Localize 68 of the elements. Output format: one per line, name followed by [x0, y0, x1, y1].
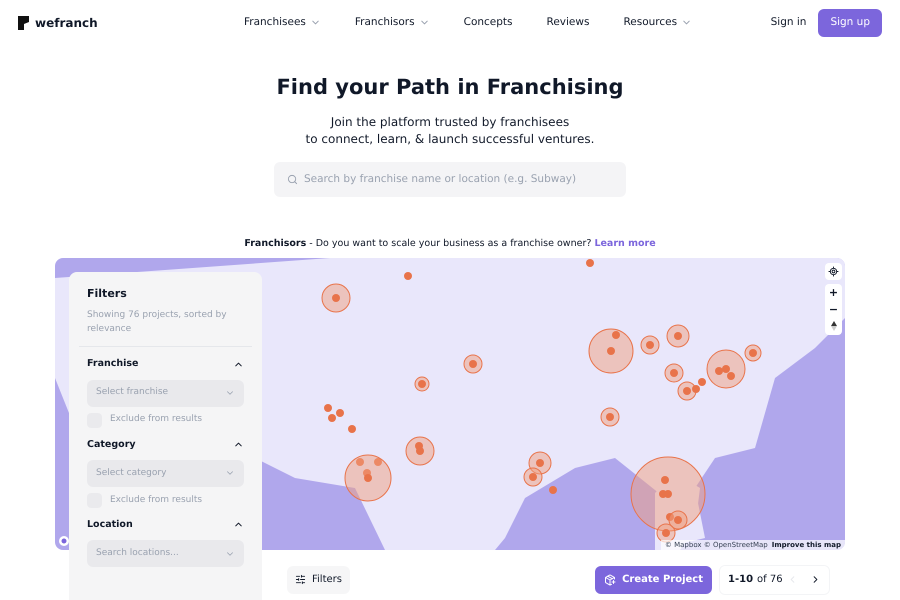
sliders-icon	[295, 574, 306, 586]
map-marker[interactable]	[659, 490, 667, 498]
map-marker[interactable]	[727, 372, 735, 380]
checkbox-label: Exclude from results	[110, 494, 202, 506]
locate-button[interactable]	[825, 262, 842, 280]
nav-link[interactable]: Resources	[623, 14, 692, 30]
hero-subtitle: Join the platform trusted by franchisees	[330, 114, 570, 130]
map-marker[interactable]	[374, 458, 382, 466]
map-marker[interactable]	[706, 349, 746, 388]
locate-icon	[828, 266, 839, 277]
map-marker[interactable]	[414, 376, 430, 392]
map-marker[interactable]	[661, 476, 669, 484]
map-marker[interactable]	[344, 454, 392, 502]
map-marker[interactable]	[715, 366, 723, 375]
map-marker[interactable]	[348, 424, 356, 433]
map-marker[interactable]	[630, 456, 706, 532]
filter-section-title: Category	[87, 438, 136, 452]
map-marker[interactable]	[406, 436, 434, 466]
map-marker[interactable]	[668, 510, 688, 530]
nav-link[interactable]: Reviews	[546, 14, 590, 30]
learn-more-link[interactable]: Learn more	[594, 238, 656, 248]
filter-section-title: Franchise	[87, 357, 138, 372]
nav-link[interactable]: Concepts	[464, 14, 513, 30]
map-marker[interactable]	[664, 363, 684, 382]
hero-subtitle: to connect, learn, & launch successful ventures.	[306, 130, 594, 148]
filters-button[interactable]: Filters	[287, 566, 350, 594]
map-marker[interactable]	[322, 283, 350, 312]
map-marker[interactable]	[404, 272, 412, 280]
create-project-button[interactable]: Create Project	[595, 566, 712, 594]
map-marker[interactable]	[588, 328, 634, 374]
map-marker[interactable]	[549, 486, 557, 494]
map-marker[interactable]	[336, 408, 344, 417]
map-marker[interactable]	[324, 404, 332, 412]
map-marker[interactable]	[328, 414, 336, 422]
filters-title: Filters	[87, 286, 128, 302]
map-marker[interactable]	[464, 354, 482, 374]
map-marker[interactable]	[524, 467, 542, 486]
pagination-total: of 76	[757, 573, 783, 588]
logo-icon	[18, 16, 29, 30]
map-marker[interactable]	[692, 384, 700, 393]
box-plus-icon	[604, 574, 616, 586]
map-marker[interactable]	[600, 407, 620, 426]
sign-in-link[interactable]: Sign in	[770, 14, 806, 30]
filters-summary: Showing 76 projects, sorted by relevance	[87, 309, 228, 336]
zoom-out-button[interactable]: −	[825, 300, 842, 318]
map-marker[interactable]	[612, 330, 620, 339]
compass-icon	[830, 321, 836, 332]
hero-title: Find your Path in Franchising	[276, 74, 624, 101]
sign-up-button[interactable]: Sign up	[818, 8, 882, 36]
search-icon	[287, 174, 298, 184]
map-marker[interactable]	[698, 378, 706, 386]
map-marker[interactable]	[415, 442, 423, 450]
nav-link[interactable]: Franchisees	[244, 14, 321, 30]
map-marker[interactable]	[666, 512, 674, 521]
map-marker[interactable]	[356, 458, 364, 466]
filter-section-title: Location	[87, 518, 133, 532]
logo-text[interactable]: wefranch	[35, 14, 98, 32]
search-field[interactable]: Search by franchise name or location (e.g. Subway)	[274, 162, 626, 196]
map-marker[interactable]	[666, 324, 690, 348]
map-marker[interactable]	[586, 258, 594, 267]
zoom-in-button[interactable]: +	[825, 284, 842, 301]
map-marker[interactable]	[640, 335, 660, 354]
map-marker[interactable]	[528, 451, 552, 474]
nav-link[interactable]: Franchisors	[354, 14, 430, 30]
map-marker[interactable]	[744, 344, 762, 362]
pagination-range: 1-10	[728, 573, 754, 588]
checkbox-label: Exclude from results	[110, 413, 202, 426]
franchisors-banner-text: Franchisors - Do you want to scale your business as a franchise owner? Learn more	[244, 236, 656, 250]
